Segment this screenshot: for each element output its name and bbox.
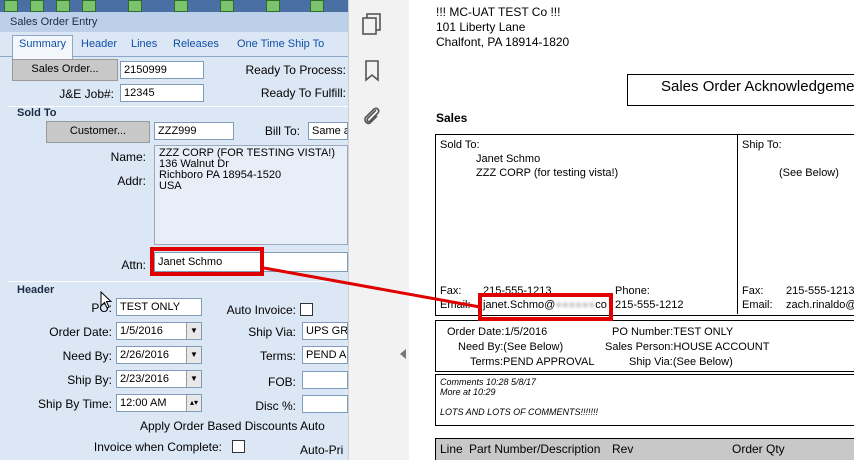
connector-arrow [263, 266, 481, 309]
